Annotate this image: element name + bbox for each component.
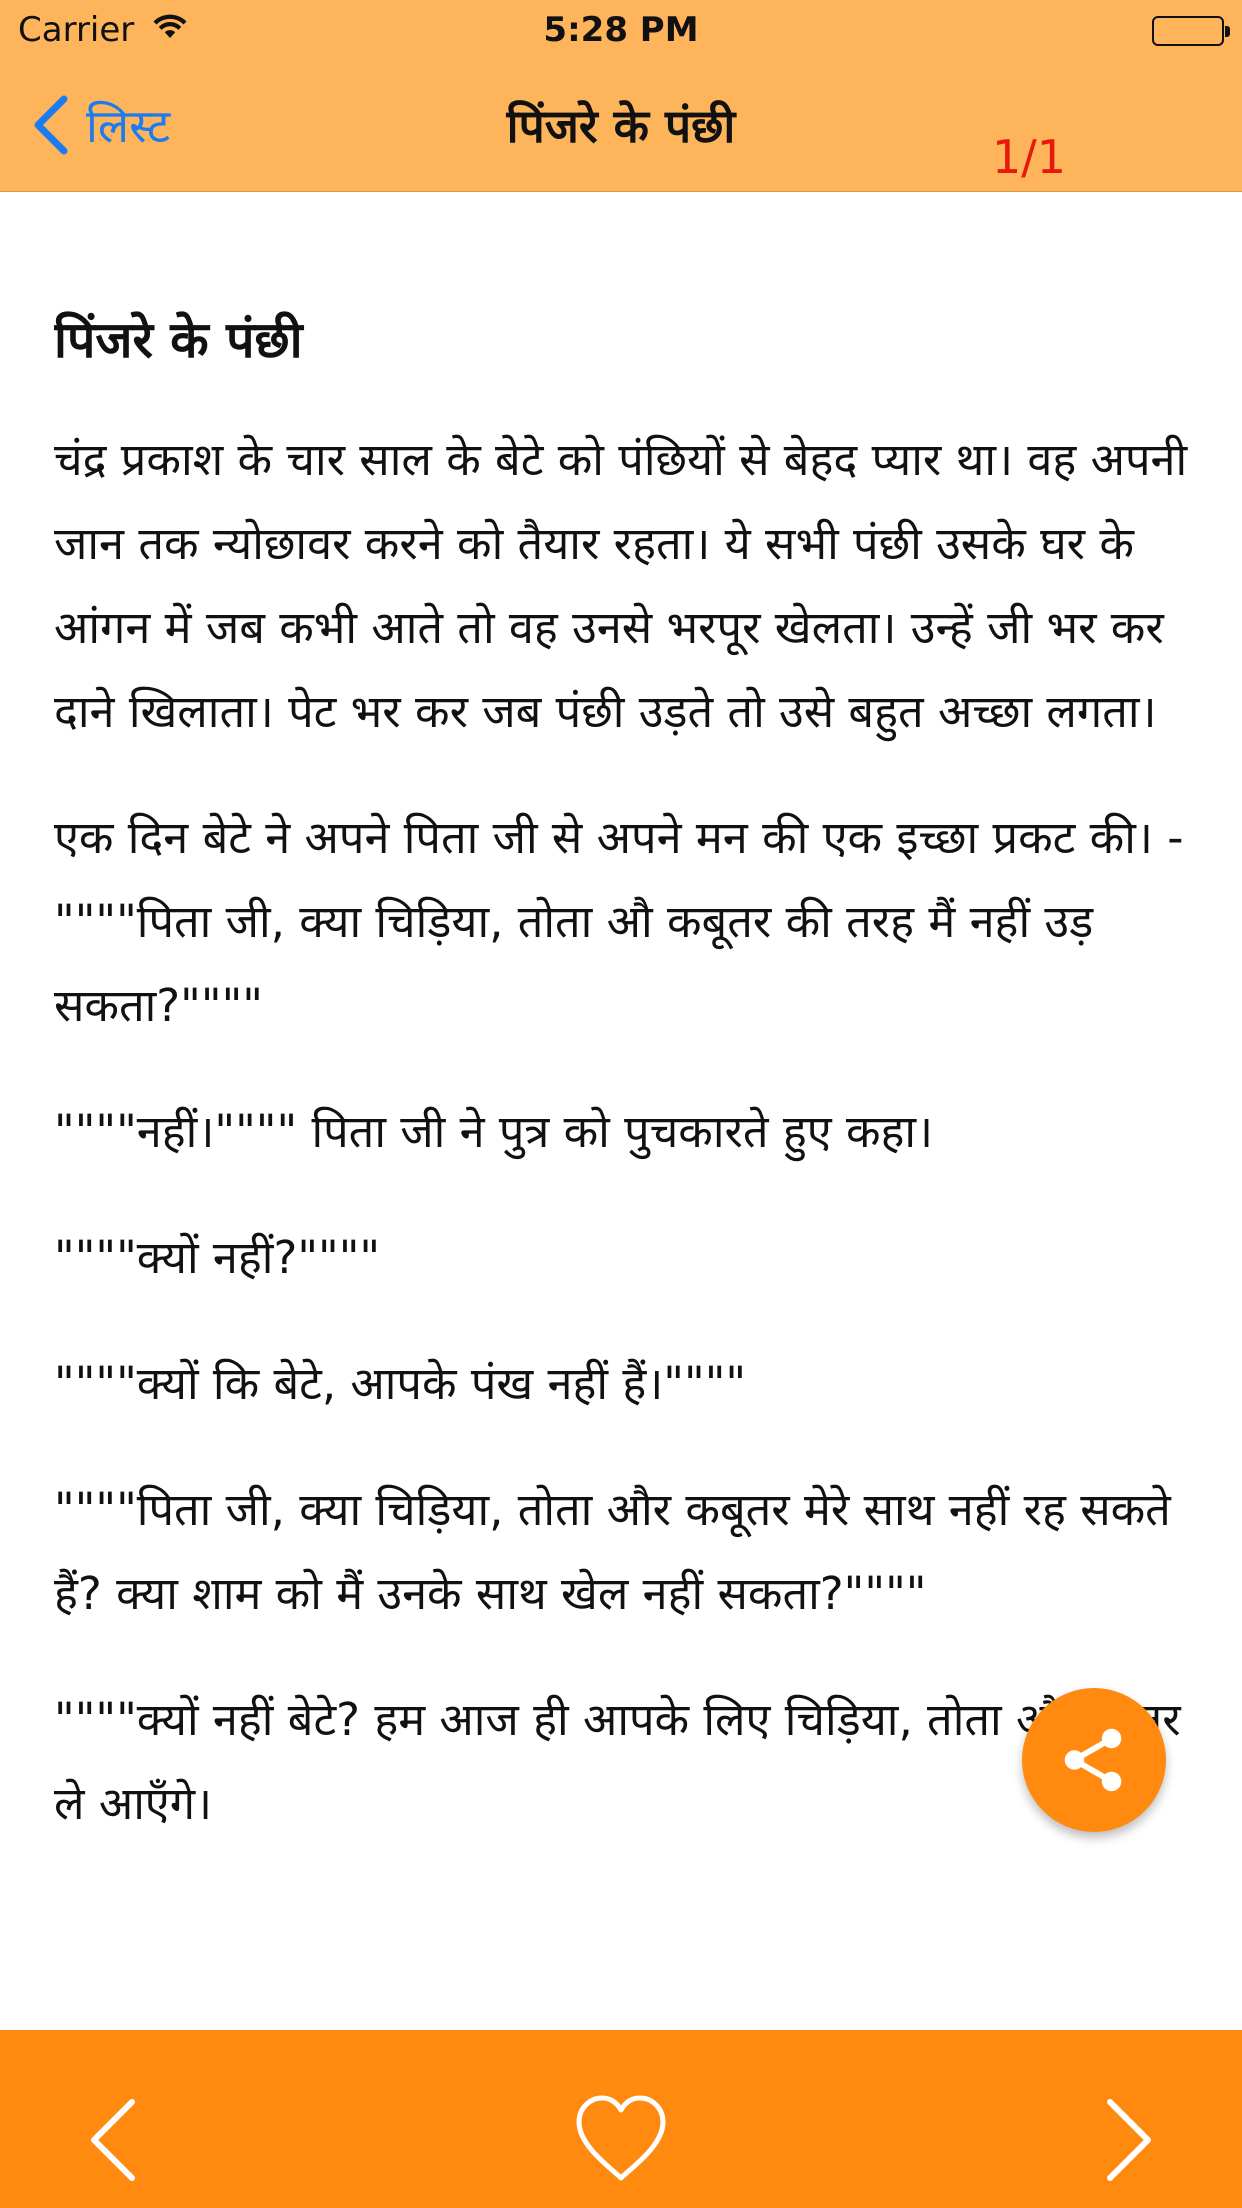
share-button[interactable] [1022,1688,1166,1832]
article-paragraph: """"क्यों कि बेटे, आपके पंख नहीं हैं।"""… [54,1357,747,1410]
heart-outline-icon [576,2095,666,2181]
page-counter: 1/1 [992,130,1067,184]
favorite-button[interactable] [571,2090,671,2190]
article-paragraph: एक दिन बेटे ने अपने पिता जी से अपने मन क… [54,811,1184,1032]
article-heading: पिंजरे के पंछी [54,311,303,369]
status-bar: Carrier 5:28 PM [0,0,1242,60]
article-paragraph: चंद्र प्रकाश के चार साल के बेटे को पंछिय… [54,433,1188,738]
chevron-right-icon [1107,2099,1151,2181]
share-icon [1064,1728,1122,1792]
status-time: 5:28 PM [543,10,699,50]
bottom-toolbar [0,2030,1242,2208]
previous-button[interactable] [64,2090,164,2190]
next-button[interactable] [1078,2090,1178,2190]
article-paragraph: """"पिता जी, क्या चिड़िया, तोता और कबूतर… [54,1483,1171,1620]
battery-icon [1152,16,1230,46]
chevron-left-icon [91,2099,135,2181]
article-paragraph: """"क्यों नहीं?"""" [54,1231,381,1284]
screen: Carrier 5:28 PM लिस्ट पिंजरे के पंछी 1/1… [0,0,1242,2208]
article-paragraph: """"नहीं।"""" पिता जी ने पुत्र को पुचकार… [54,1105,934,1158]
navigation-bar: Carrier 5:28 PM लिस्ट पिंजरे के पंछी 1/1 [0,0,1242,192]
